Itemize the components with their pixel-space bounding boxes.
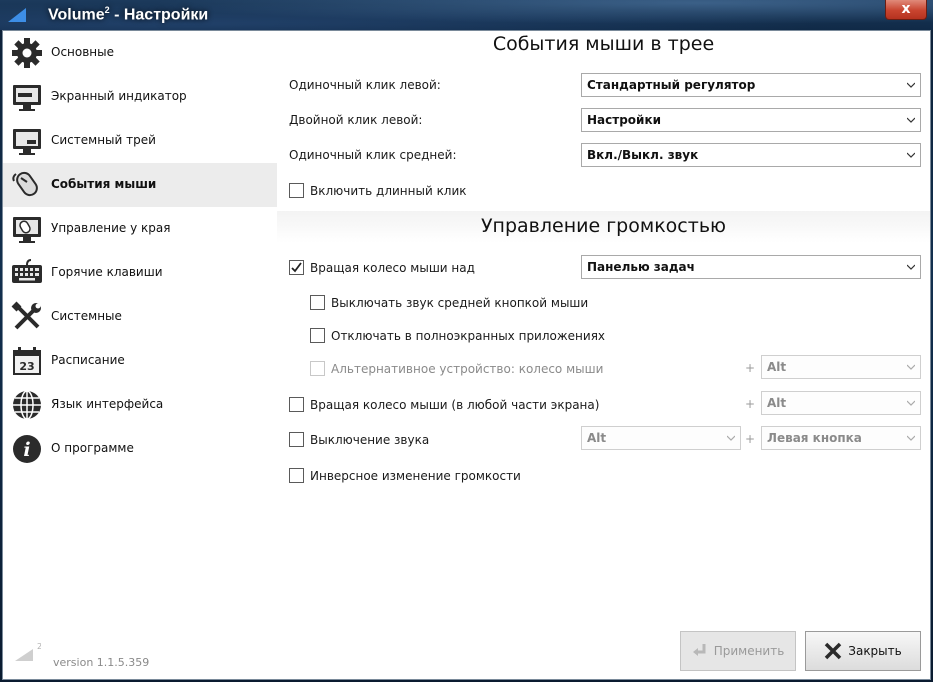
mute-checkbox[interactable]: [289, 432, 304, 447]
checkmark-icon: [291, 262, 302, 273]
gear-icon: [12, 38, 42, 68]
sidebar-item-label: Системный трей: [51, 133, 156, 147]
sidebar-item-screen-edge[interactable]: Управление у края: [3, 207, 277, 251]
chevron-down-icon: [907, 152, 915, 158]
middle-click-label: Одиночный клик средней:: [289, 148, 457, 162]
volume-logo-icon: [8, 8, 26, 22]
chevron-down-icon: [727, 435, 735, 441]
screen-edge-icon: [13, 217, 41, 243]
left-click-label: Одиночный клик левой:: [289, 78, 441, 92]
wheel-anywhere-key-select[interactable]: Alt: [761, 391, 921, 415]
close-button[interactable]: Закрыть: [805, 631, 921, 671]
wheel-over-label: Вращая колесо мыши над: [310, 261, 475, 275]
fullscreen-label: Отключать в полноэкранных приложениях: [331, 329, 606, 343]
app-window: Volume2 - Настройки x Основные Экранный …: [0, 0, 933, 682]
sidebar-item-tray[interactable]: Системный трей: [3, 119, 277, 163]
chevron-down-icon: [907, 435, 915, 441]
sidebar: Основные Экранный индикатор Системный тр…: [3, 31, 277, 679]
chevron-down-icon: [907, 264, 915, 270]
sidebar-item-label: Системные: [51, 309, 122, 323]
sidebar-item-osd[interactable]: Экранный индикатор: [3, 75, 277, 119]
volume-logo-icon: 2: [15, 642, 41, 661]
sidebar-item-label: Экранный индикатор: [51, 89, 187, 103]
sidebar-item-label: Расписание: [51, 353, 125, 367]
wheel-over-checkbox[interactable]: [289, 260, 304, 275]
settings-panel: Основные Экранный индикатор Системный тр…: [2, 30, 931, 680]
double-click-label: Двойной клик левой:: [289, 113, 423, 127]
sidebar-item-label: О программе: [51, 441, 134, 455]
calendar-icon: 23: [13, 347, 41, 375]
title-bar[interactable]: Volume2 - Настройки x: [0, 0, 933, 30]
long-click-checkbox[interactable]: [289, 183, 304, 198]
sidebar-item-general[interactable]: Основные: [3, 31, 277, 75]
wheel-anywhere-label: Вращая колесо мыши (в любой части экрана…: [310, 398, 600, 412]
mute-middle-checkbox[interactable]: [310, 295, 325, 310]
section-title-volume: Управление громкостью: [277, 211, 930, 243]
fullscreen-checkbox[interactable]: [310, 328, 325, 343]
window-close-button[interactable]: x: [885, 0, 927, 20]
close-icon: [825, 642, 842, 660]
info-icon: i: [13, 435, 41, 463]
version-text: version 1.1.5.359: [53, 656, 150, 669]
chevron-down-icon: [907, 117, 915, 123]
keyboard-icon: [12, 259, 42, 283]
mute-key-select[interactable]: Alt: [581, 426, 741, 450]
double-click-select[interactable]: Настройки: [581, 108, 921, 132]
mouse-icon: [12, 171, 38, 197]
globe-icon: [13, 390, 41, 420]
plus-sign: +: [745, 397, 756, 411]
sidebar-item-schedule[interactable]: 23 Расписание: [3, 339, 277, 383]
inverse-label: Инверсное изменение громкости: [310, 469, 521, 483]
sidebar-item-hotkeys[interactable]: Горячие клавиши: [3, 251, 277, 295]
mute-label: Выключение звука: [310, 433, 430, 447]
wheel-over-select[interactable]: Панелью задач: [581, 255, 921, 279]
sidebar-item-label: Горячие клавиши: [51, 265, 163, 279]
sidebar-item-label: Язык интерфейса: [51, 397, 164, 411]
inverse-checkbox[interactable]: [289, 468, 304, 483]
mute-button-select[interactable]: Левая кнопка: [761, 426, 921, 450]
svg-text:23: 23: [19, 360, 34, 373]
plus-sign: +: [745, 432, 756, 446]
alt-device-label: Альтернативное устройство: колесо мыши: [331, 362, 604, 376]
svg-text:i: i: [23, 439, 30, 461]
window-title: Volume2 - Настройки: [48, 5, 209, 24]
long-click-label: Включить длинный клик: [310, 184, 467, 198]
mute-middle-label: Выключать звук средней кнопкой мыши: [331, 296, 589, 310]
chevron-down-icon: [907, 400, 915, 406]
sidebar-item-mouse-events[interactable]: События мыши: [3, 163, 277, 207]
section-title-tray: События мыши в трее: [492, 33, 715, 55]
left-click-select[interactable]: Стандартный регулятор: [581, 73, 921, 97]
monitor-icon: [13, 85, 41, 111]
chevron-down-icon: [907, 364, 915, 370]
sidebar-item-label: События мыши: [51, 177, 157, 191]
sidebar-item-about[interactable]: i О программе: [3, 427, 277, 471]
middle-click-select[interactable]: Вкл./Выкл. звук: [581, 143, 921, 167]
apply-button[interactable]: Применить: [680, 631, 796, 671]
main-content: События мыши в трее Одиночный клик левой…: [277, 31, 930, 679]
tools-icon: [11, 301, 41, 330]
svg-text:2: 2: [37, 642, 41, 651]
apply-icon: [692, 644, 706, 656]
sidebar-item-language[interactable]: Язык интерфейса: [3, 383, 277, 427]
chevron-down-icon: [907, 82, 915, 88]
wheel-anywhere-checkbox[interactable]: [289, 397, 304, 412]
plus-sign: +: [745, 361, 756, 375]
tray-icon: [13, 129, 41, 155]
alt-device-checkbox[interactable]: [310, 361, 325, 376]
sidebar-item-label: Основные: [51, 45, 115, 59]
alt-device-key-select[interactable]: Alt: [761, 355, 921, 379]
sidebar-item-system[interactable]: Системные: [3, 295, 277, 339]
sidebar-item-label: Управление у края: [51, 221, 171, 235]
